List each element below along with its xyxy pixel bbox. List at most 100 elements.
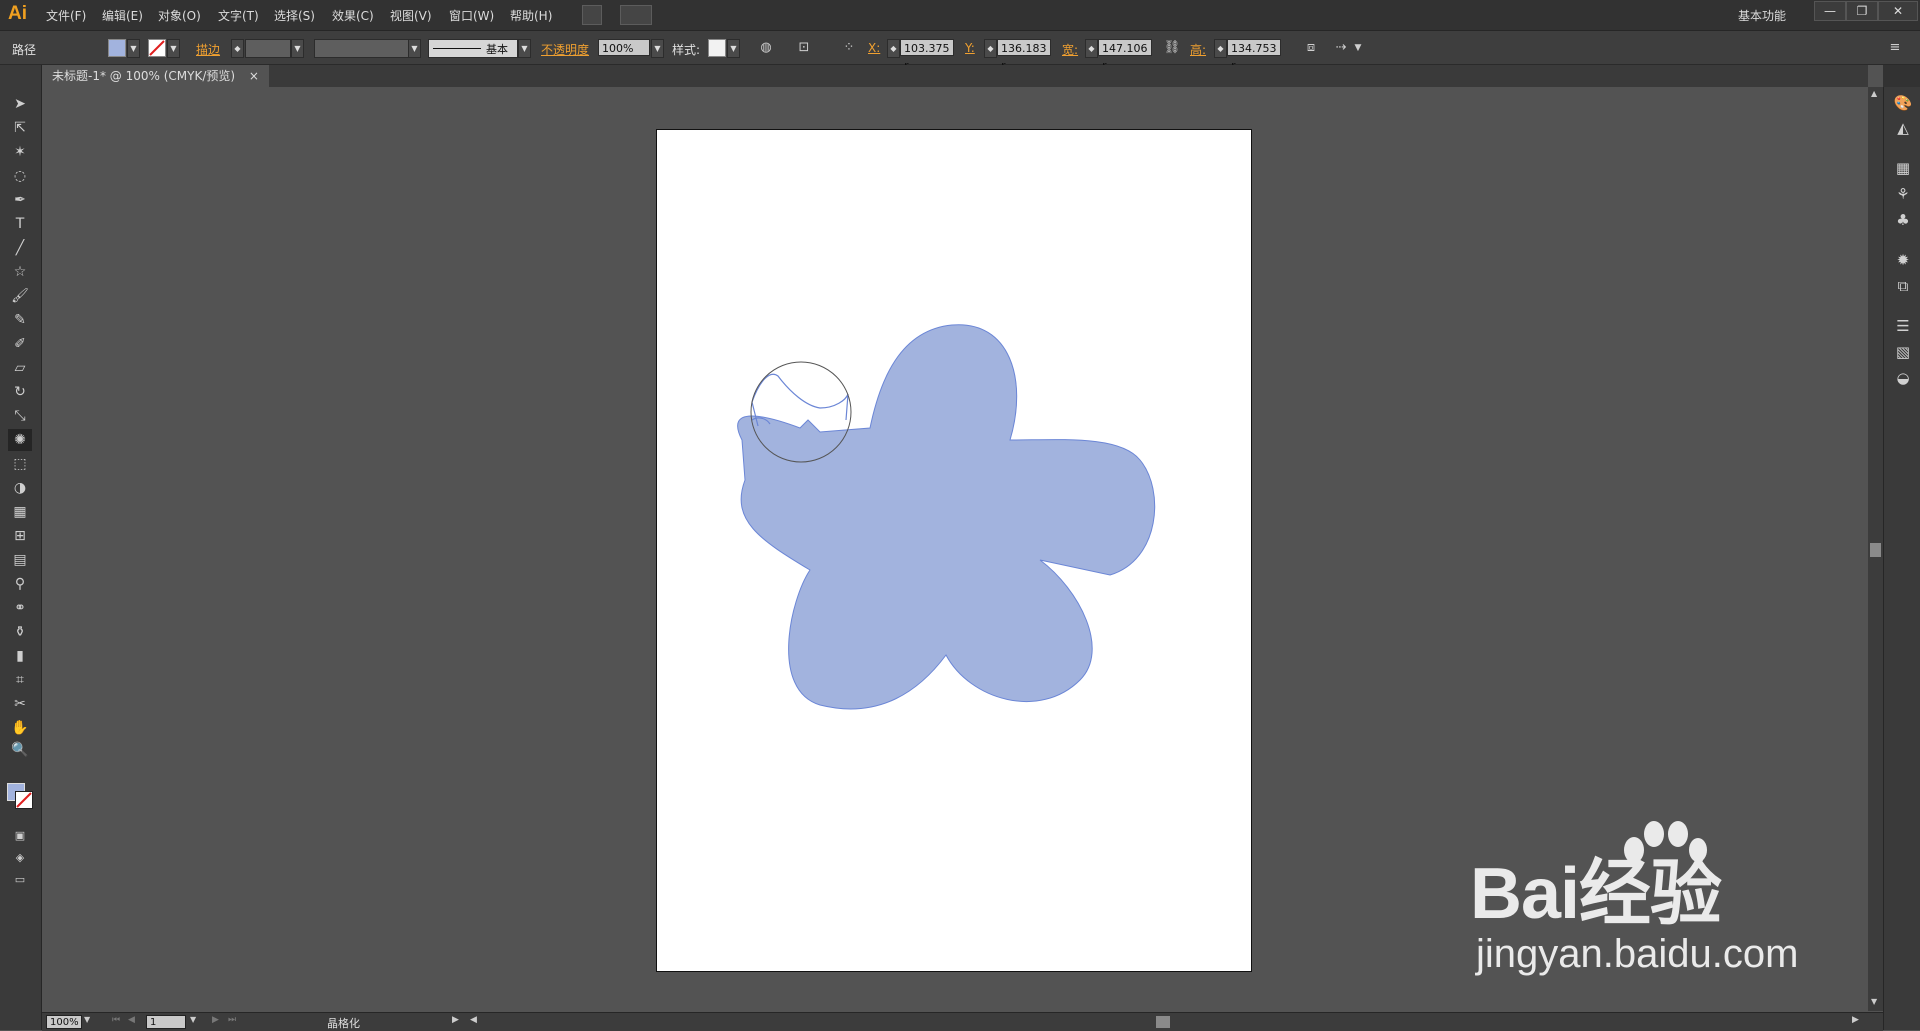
y-stepper[interactable]: ◆: [984, 39, 997, 58]
vertical-scroll-thumb[interactable]: [1870, 543, 1881, 557]
menu-type[interactable]: 文字(T): [218, 7, 259, 24]
shape-builder-tool-icon[interactable]: ◑: [8, 477, 32, 499]
graphic-styles-panel-icon[interactable]: ✹: [1892, 249, 1914, 271]
height-label[interactable]: 高:: [1190, 41, 1206, 58]
slice-tool-icon[interactable]: ✂: [8, 693, 32, 715]
free-transform-tool-icon[interactable]: ⬚: [8, 453, 32, 475]
y-label[interactable]: Y:: [965, 41, 975, 55]
pen-tool-icon[interactable]: ✒: [8, 189, 32, 211]
direct-selection-tool-icon[interactable]: ⇱: [8, 117, 32, 139]
zoom-dropdown-icon[interactable]: ▼: [84, 1015, 90, 1024]
pencil-tool-icon[interactable]: ✎: [8, 309, 32, 331]
menu-view[interactable]: 视图(V): [390, 7, 432, 24]
menu-object[interactable]: 对象(O): [158, 7, 201, 24]
x-label[interactable]: X:: [868, 41, 880, 55]
column-graph-tool-icon[interactable]: ▮: [8, 645, 32, 667]
artboard[interactable]: [656, 129, 1252, 972]
recolor-artwork-icon[interactable]: ◍: [757, 39, 775, 57]
first-artboard-icon[interactable]: ⏮: [112, 1015, 120, 1025]
next-artboard-icon[interactable]: ▶: [212, 1015, 219, 1025]
status-menu-icon[interactable]: ▶: [452, 1015, 459, 1025]
stroke-none-swatch[interactable]: [148, 39, 166, 57]
y-field[interactable]: 136.183 r: [997, 39, 1051, 72]
blend-tool-icon[interactable]: ⚭: [8, 597, 32, 619]
opacity-dropdown[interactable]: ▼: [651, 39, 664, 58]
line-segment-tool-icon[interactable]: ╱: [8, 237, 32, 259]
menu-file[interactable]: 文件(F): [46, 7, 86, 24]
artboard-dropdown-icon[interactable]: ▼: [190, 1015, 196, 1024]
brush-definition-dropdown[interactable]: 基本: [428, 39, 518, 58]
transform-icon[interactable]: ⧈: [1302, 39, 1320, 57]
vertical-scrollbar[interactable]: ▲ ▼: [1868, 87, 1883, 1011]
constrain-proportions-link-icon[interactable]: ⛓: [1163, 39, 1181, 57]
fill-swatch[interactable]: [108, 39, 126, 57]
gradient-tool-icon[interactable]: ▤: [8, 549, 32, 571]
stroke-panel-icon[interactable]: ☰: [1892, 315, 1914, 337]
artboard-tool-icon[interactable]: ⌗: [8, 669, 32, 691]
type-tool-icon[interactable]: T: [8, 213, 32, 235]
opacity-field[interactable]: 100%: [598, 39, 650, 56]
width-field[interactable]: 147.106 r: [1098, 39, 1152, 72]
menu-select[interactable]: 选择(S): [274, 7, 315, 24]
color-panel-icon[interactable]: 🎨: [1892, 92, 1914, 114]
width-stepper[interactable]: ◆: [1085, 39, 1098, 58]
document-tab[interactable]: 未标题-1* @ 100% (CMYK/预览) ×: [42, 65, 269, 87]
close-button[interactable]: ✕: [1878, 1, 1918, 21]
arrange-documents-button[interactable]: [620, 5, 652, 25]
variable-width-profile-dropdown[interactable]: [314, 39, 410, 58]
isolate-selection-icon[interactable]: ⇢: [1332, 39, 1350, 57]
swatches-panel-icon[interactable]: ▦: [1892, 157, 1914, 179]
color-guide-panel-icon[interactable]: ◭: [1892, 117, 1914, 139]
graphic-style-swatch[interactable]: [708, 39, 726, 57]
mesh-tool-icon[interactable]: ⊞: [8, 525, 32, 547]
menu-edit[interactable]: 编辑(E): [102, 7, 143, 24]
fill-dropdown[interactable]: ▼: [127, 39, 140, 58]
magic-wand-tool-icon[interactable]: ✶: [8, 141, 32, 163]
zoom-level-field[interactable]: 100%: [46, 1015, 82, 1029]
document-tab-close-icon[interactable]: ×: [249, 69, 259, 83]
gradient-panel-icon[interactable]: ▧: [1892, 341, 1914, 363]
stroke-dropdown[interactable]: ▼: [167, 39, 180, 58]
bridge-button[interactable]: [582, 5, 602, 25]
scroll-up-icon[interactable]: ▲: [1871, 89, 1877, 98]
selection-tool-icon[interactable]: ➤: [8, 93, 32, 115]
width-label[interactable]: 宽:: [1062, 41, 1078, 58]
hand-tool-icon[interactable]: ✋: [8, 717, 32, 739]
x-stepper[interactable]: ◆: [887, 39, 900, 58]
stroke-color-box[interactable]: [15, 791, 33, 809]
scale-tool-icon[interactable]: ⤡: [8, 405, 32, 427]
variable-width-arrow[interactable]: ▼: [408, 39, 421, 58]
opacity-label[interactable]: 不透明度: [541, 41, 589, 58]
horizontal-scroll-thumb[interactable]: [1156, 1016, 1170, 1028]
scroll-right-icon[interactable]: ▶: [1852, 1015, 1859, 1025]
blob-brush-tool-icon[interactable]: ✐: [8, 333, 32, 355]
prev-artboard-icon[interactable]: ◀: [128, 1015, 135, 1025]
height-stepper[interactable]: ◆: [1214, 39, 1227, 58]
star-tool-icon[interactable]: ☆: [8, 261, 32, 283]
paintbrush-tool-icon[interactable]: 🖌: [8, 285, 32, 307]
appearance-panel-icon[interactable]: ⧉: [1892, 275, 1914, 297]
transparency-panel-icon[interactable]: ◒: [1892, 367, 1914, 389]
reference-point-icon[interactable]: ⁘: [840, 39, 858, 57]
symbol-sprayer-tool-icon[interactable]: ⚱: [8, 621, 32, 643]
color-mode-icon[interactable]: ▣: [8, 825, 32, 847]
eyedropper-tool-icon[interactable]: ⚲: [8, 573, 32, 595]
stroke-label[interactable]: 描边: [196, 41, 220, 58]
last-artboard-icon[interactable]: ⏭: [228, 1015, 236, 1025]
brushes-panel-icon[interactable]: ⚘: [1892, 183, 1914, 205]
control-panel-menu-icon[interactable]: ≡: [1886, 39, 1904, 57]
menu-help[interactable]: 帮助(H): [510, 7, 552, 24]
rotate-tool-icon[interactable]: ↻: [8, 381, 32, 403]
height-field[interactable]: 134.753 r: [1227, 39, 1281, 72]
drawing-mode-icon[interactable]: ◈: [8, 847, 32, 869]
brush-dropdown-arrow[interactable]: ▼: [518, 39, 531, 58]
stroke-weight-field[interactable]: [245, 39, 291, 58]
stroke-weight-dropdown[interactable]: ▼: [291, 39, 304, 58]
zoom-tool-icon[interactable]: 🔍: [8, 739, 32, 761]
minimize-button[interactable]: —: [1814, 1, 1846, 21]
scroll-left-icon[interactable]: ◀: [470, 1015, 477, 1025]
graphic-style-dropdown[interactable]: ▼: [727, 39, 740, 58]
eraser-tool-icon[interactable]: ▱: [8, 357, 32, 379]
workspace-switcher[interactable]: 基本功能: [1738, 7, 1786, 24]
stroke-weight-stepper[interactable]: ◆: [231, 39, 244, 58]
